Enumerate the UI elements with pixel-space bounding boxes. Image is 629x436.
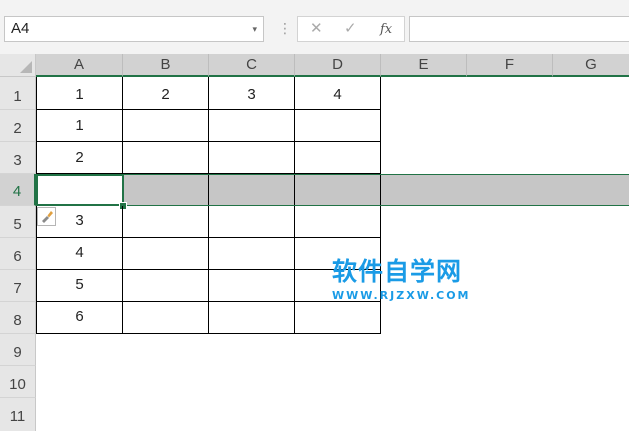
cell-c3[interactable] [209, 142, 295, 174]
column-header-a[interactable]: A [36, 54, 123, 77]
column-header-c[interactable]: C [209, 54, 295, 77]
formula-input[interactable] [409, 16, 629, 42]
cell-a7[interactable]: 5 [36, 270, 123, 302]
cancel-icon[interactable]: ✕ [310, 20, 323, 38]
cell-d4-border [294, 175, 295, 205]
cell-b6[interactable] [123, 238, 209, 270]
cell-d3[interactable] [295, 142, 381, 174]
watermark: 软件自学网 WWW.RJZXW.COM [332, 257, 471, 303]
watermark-title: 软件自学网 [332, 257, 463, 286]
row-header-2[interactable]: 2 [0, 110, 36, 142]
enter-icon[interactable]: ✓ [344, 20, 357, 38]
cell-c1[interactable]: 3 [209, 77, 295, 110]
formula-buttons: ✕ ✓ fx [297, 16, 405, 42]
cell-b3[interactable] [123, 142, 209, 174]
row-header-8[interactable]: 8 [0, 302, 36, 334]
cell-c7[interactable] [209, 270, 295, 302]
column-header-d[interactable]: D [295, 54, 381, 77]
name-box[interactable]: A4 ▾ [4, 16, 264, 42]
watermark-url: WWW.RJZXW.COM [332, 289, 471, 302]
drag-handle-icon[interactable]: ⋮ [278, 18, 292, 38]
cell-a1[interactable]: 1 [36, 77, 123, 110]
cell-b7[interactable] [123, 270, 209, 302]
cell-c2[interactable] [209, 110, 295, 142]
cell-d5[interactable] [295, 206, 381, 238]
cell-c5[interactable] [209, 206, 295, 238]
row-header-4[interactable]: 4 [0, 174, 36, 206]
column-header-b[interactable]: B [123, 54, 209, 77]
cell-b1[interactable]: 2 [123, 77, 209, 110]
chevron-down-icon[interactable]: ▾ [252, 17, 257, 41]
cell-b8[interactable] [123, 302, 209, 334]
selected-row-highlight [122, 175, 629, 205]
cell-a3[interactable]: 2 [36, 142, 123, 174]
row-header-5[interactable]: 5 [0, 206, 36, 238]
cell-d8[interactable] [295, 302, 381, 334]
insert-function-icon[interactable]: fx [380, 21, 392, 39]
cell-c4-border [208, 175, 209, 205]
paste-options-button[interactable] [37, 207, 56, 226]
cell-a8[interactable]: 6 [36, 302, 123, 334]
row-header-11[interactable]: 11 [0, 398, 36, 431]
formula-bar: A4 ▾ ⋮ ✕ ✓ fx [0, 0, 629, 56]
paintbrush-icon [42, 211, 53, 223]
cell-d1[interactable]: 4 [295, 77, 381, 110]
cell-e4-border [380, 175, 381, 205]
column-header-g[interactable]: G [553, 54, 629, 77]
name-box-value: A4 [11, 20, 30, 37]
cell-a2[interactable]: 1 [36, 110, 123, 142]
row-header-9[interactable]: 9 [0, 334, 36, 366]
row-header-6[interactable]: 6 [0, 238, 36, 270]
column-header-e[interactable]: E [381, 54, 467, 77]
cell-a6[interactable]: 4 [36, 238, 123, 270]
cell-d2[interactable] [295, 110, 381, 142]
row-header-3[interactable]: 3 [0, 142, 36, 174]
cell-b2[interactable] [123, 110, 209, 142]
select-all-button[interactable] [0, 54, 36, 77]
row-header-1[interactable]: 1 [0, 77, 36, 110]
column-header-f[interactable]: F [467, 54, 553, 77]
cell-c8[interactable] [209, 302, 295, 334]
row-header-7[interactable]: 7 [0, 270, 36, 302]
cell-c6[interactable] [209, 238, 295, 270]
active-cell-a4[interactable] [36, 174, 124, 206]
cell-b5[interactable] [123, 206, 209, 238]
row-header-10[interactable]: 10 [0, 366, 36, 398]
